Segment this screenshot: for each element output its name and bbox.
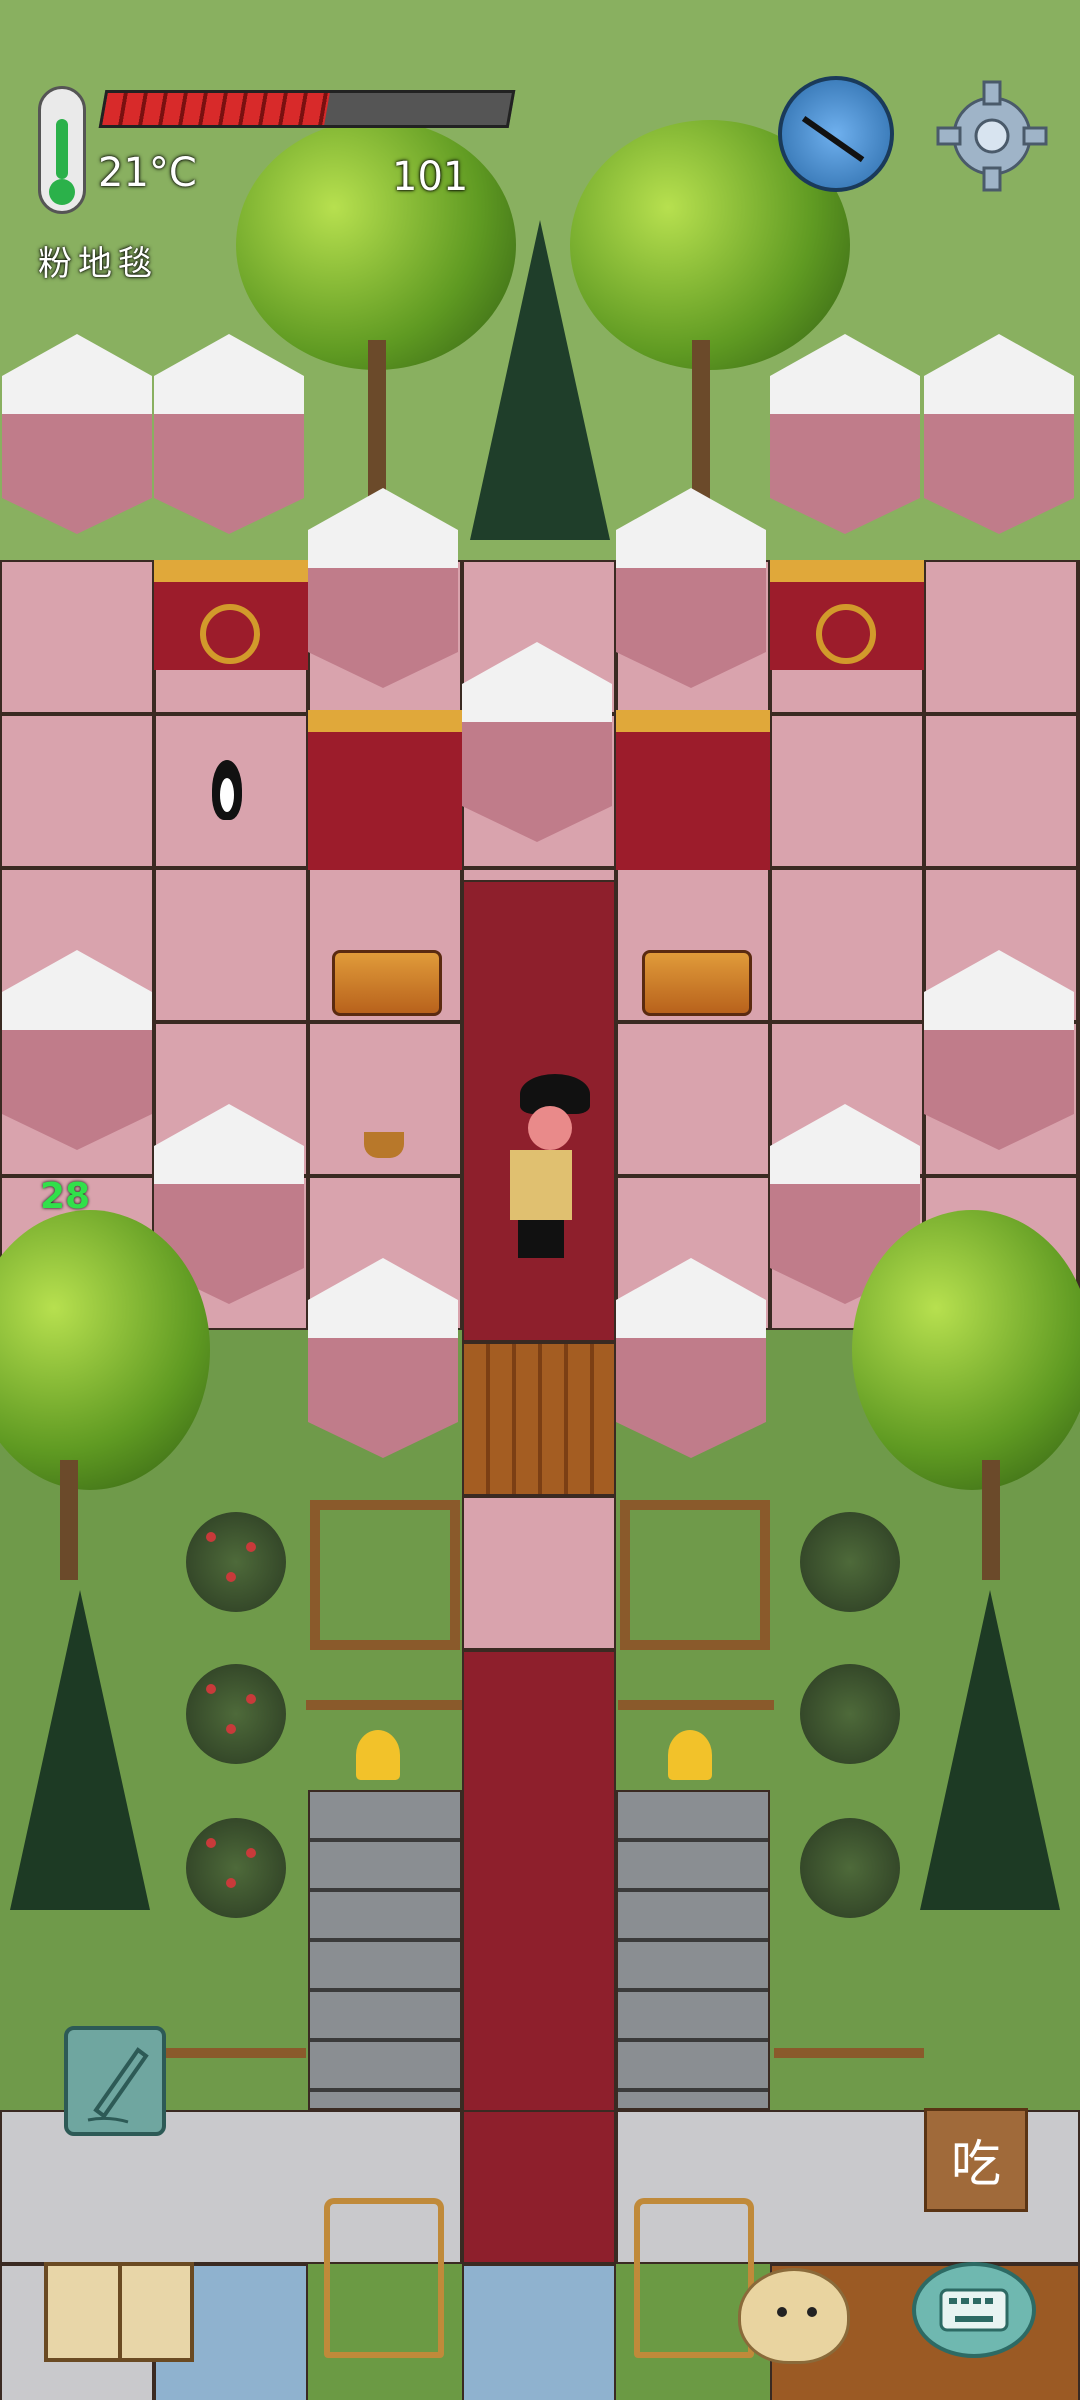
snow-pillar [308, 488, 458, 788]
gear-icon[interactable] [932, 76, 1052, 196]
woven-chair[interactable] [634, 2198, 754, 2358]
book-icon[interactable] [44, 2262, 194, 2362]
wooden-door[interactable] [462, 1342, 616, 1496]
pink-carpet-tile [770, 714, 924, 868]
avatar-icon[interactable] [738, 2268, 850, 2364]
pink-carpet-tile [154, 868, 308, 1022]
tree-trunk [982, 1460, 1000, 1580]
oak-tree [852, 1210, 1080, 1490]
pink-carpet-tile [924, 714, 1078, 868]
wooden-fence [774, 2048, 924, 2058]
snow-pillar [924, 334, 1074, 634]
rose-bush[interactable] [186, 1818, 286, 1918]
wooden-gate[interactable] [310, 1500, 460, 1650]
level-number: 28 [40, 1176, 91, 1217]
pink-carpet-tile [770, 868, 924, 1022]
berry-basket[interactable] [364, 1132, 404, 1158]
golden-bell[interactable] [356, 1730, 400, 1780]
stone-wall [616, 1790, 770, 2110]
pine-tree [920, 1590, 1060, 1910]
snow-pillar [924, 950, 1074, 1250]
snow-pillar [462, 642, 612, 942]
water-tile [462, 2264, 616, 2400]
pencil-icon[interactable] [64, 2026, 166, 2136]
location-label: 粉地毯 [38, 244, 158, 284]
pink-carpet-tile [0, 714, 154, 868]
snow-pillar [2, 334, 152, 634]
pink-carpet-tile [616, 1022, 770, 1176]
eat-button[interactable]: 吃 [924, 2108, 1028, 2212]
penguin[interactable] [212, 760, 242, 820]
wooden-gate[interactable] [620, 1500, 770, 1650]
snow-pillar [154, 334, 304, 634]
tree-trunk [60, 1460, 78, 1580]
rose-bush[interactable] [186, 1664, 286, 1764]
rose-bush[interactable] [186, 1512, 286, 1612]
player-character[interactable] [498, 1074, 598, 1284]
health-bar-fill [102, 93, 331, 125]
bell-beam [306, 1700, 462, 1710]
orange-altar[interactable] [332, 950, 442, 1016]
white-flower-bush[interactable] [800, 1818, 900, 1918]
white-flower-bush[interactable] [800, 1512, 900, 1612]
wooden-fence [150, 2048, 306, 2058]
stone-wall [308, 1790, 462, 2110]
snow-pillar [770, 334, 920, 634]
pink-carpet-tile [462, 1496, 616, 1650]
snow-pillar [616, 488, 766, 788]
compass-icon[interactable] [778, 76, 894, 192]
keyboard-icon[interactable] [912, 2262, 1036, 2358]
counter-label: 101 [392, 154, 469, 200]
red-carpet-tile [462, 2110, 616, 2264]
temperature-label: 21°C [98, 150, 197, 196]
woven-chair[interactable] [324, 2198, 444, 2358]
golden-bell[interactable] [668, 1730, 712, 1780]
orange-altar[interactable] [642, 950, 752, 1016]
health-bar [98, 90, 516, 128]
pine-tree [10, 1590, 150, 1910]
thermometer-icon [38, 86, 86, 214]
bell-beam [618, 1700, 774, 1710]
white-flower-bush[interactable] [800, 1664, 900, 1764]
pine-tree [470, 220, 610, 540]
